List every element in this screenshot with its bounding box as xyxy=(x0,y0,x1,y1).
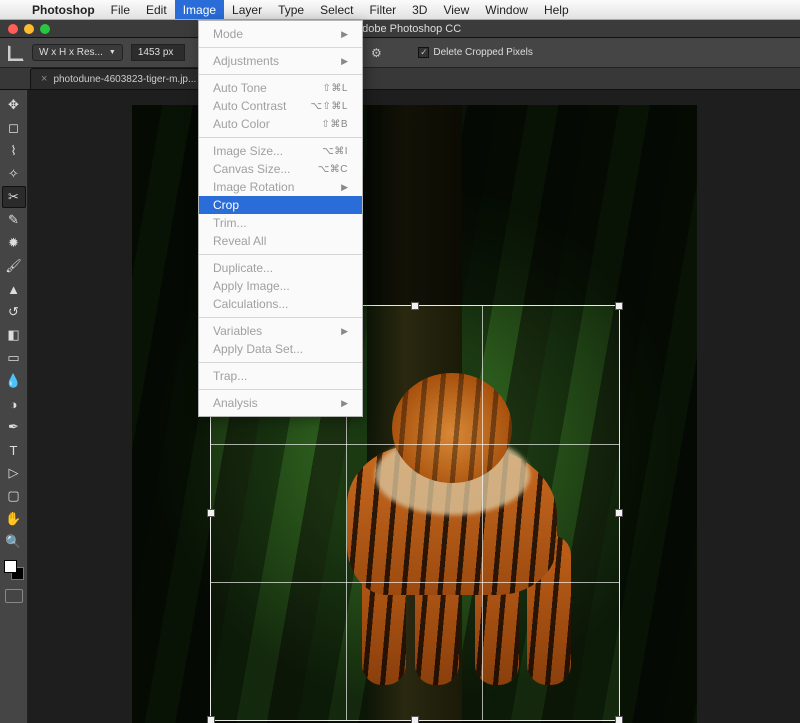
checkbox-icon: ✓ xyxy=(418,47,429,58)
menu-item-canvas-size: Canvas Size...⌥⌘C xyxy=(199,160,362,178)
menu-layer[interactable]: Layer xyxy=(224,0,270,19)
crop-width-input[interactable] xyxy=(131,44,185,61)
menu-separator xyxy=(199,47,362,48)
menu-item-mode: Mode▶ xyxy=(199,25,362,43)
crop-handle-n[interactable] xyxy=(411,302,419,310)
menu-item-auto-tone: Auto Tone⇧⌘L xyxy=(199,79,362,97)
menu-item-apply-data-set: Apply Data Set... xyxy=(199,340,362,358)
menu-separator xyxy=(199,389,362,390)
window-titlebar: Adobe Photoshop CC xyxy=(0,20,800,38)
macos-menubar: Photoshop FileEditImageLayerTypeSelectFi… xyxy=(0,0,800,20)
crop-preset-dropdown[interactable]: W x H x Res... ▼ xyxy=(32,44,123,61)
menu-item-duplicate: Duplicate... xyxy=(199,259,362,277)
crop-handle-se[interactable] xyxy=(615,716,623,723)
minimize-window-button[interactable] xyxy=(24,24,34,34)
menu-item-calculations: Calculations... xyxy=(199,295,362,313)
menu-edit[interactable]: Edit xyxy=(138,0,175,19)
magic-wand-tool[interactable]: ✧ xyxy=(2,163,26,185)
menu-item-image-size: Image Size...⌥⌘I xyxy=(199,142,362,160)
zoom-tool[interactable]: 🔍 xyxy=(2,531,26,553)
spot-heal-tool[interactable]: ✹ xyxy=(2,232,26,254)
menu-item-apply-image: Apply Image... xyxy=(199,277,362,295)
menu-select[interactable]: Select xyxy=(312,0,361,19)
crop-tool[interactable]: ✂ xyxy=(2,186,26,208)
menu-item-reveal-all: Reveal All xyxy=(199,232,362,250)
quick-mask-toggle[interactable] xyxy=(5,589,23,603)
image-menu-dropdown[interactable]: Mode▶ Adjustments▶ Auto Tone⇧⌘LAuto Contra… xyxy=(198,20,363,417)
app-menu[interactable]: Photoshop xyxy=(24,0,103,19)
chevron-right-icon: ▶ xyxy=(341,326,348,337)
menu-separator xyxy=(199,317,362,318)
clone-stamp-tool[interactable]: ▲ xyxy=(2,278,26,300)
document-tab-label: photodune-4603823-tiger-m.jp... xyxy=(53,74,196,85)
hand-tool[interactable]: ✋ xyxy=(2,508,26,530)
menu-file[interactable]: File xyxy=(103,0,138,19)
gear-icon[interactable]: ⚙ xyxy=(368,45,384,61)
crop-tool-icon xyxy=(8,45,24,61)
zoom-window-button[interactable] xyxy=(40,24,50,34)
document-tabbar: × photodune-4603823-tiger-m.jp... xyxy=(0,68,800,90)
crop-handle-s[interactable] xyxy=(411,716,419,723)
chevron-down-icon: ▼ xyxy=(109,49,116,56)
menu-item-variables: Variables▶ xyxy=(199,322,362,340)
menu-item-auto-color: Auto Color⇧⌘B xyxy=(199,115,362,133)
menu-item-trap: Trap... xyxy=(199,367,362,385)
menu-image[interactable]: Image xyxy=(175,0,224,19)
crop-handle-w[interactable] xyxy=(207,509,215,517)
canvas-viewport[interactable] xyxy=(28,90,800,723)
close-tab-icon[interactable]: × xyxy=(41,73,47,85)
crop-handle-ne[interactable] xyxy=(615,302,623,310)
path-select-tool[interactable]: ▷ xyxy=(2,462,26,484)
crop-preset-label: W x H x Res... xyxy=(39,47,103,58)
history-brush-tool[interactable]: ↺ xyxy=(2,301,26,323)
menu-separator xyxy=(199,74,362,75)
eraser-tool[interactable]: ◧ xyxy=(2,324,26,346)
crop-handle-sw[interactable] xyxy=(207,716,215,723)
color-swatches[interactable] xyxy=(4,560,24,580)
workspace: ✥ ◻ ⌇ ✧ ✂ ✎ ✹ 🖌 ▲ ↺ ◧ ▭ 💧 ◑ ✒ T ▷ ▢ ✋ 🔍 xyxy=(0,90,800,723)
blur-tool[interactable]: 💧 xyxy=(2,370,26,392)
menu-item-image-rotation: Image Rotation▶ xyxy=(199,178,362,196)
delete-cropped-label: Delete Cropped Pixels xyxy=(433,47,533,58)
tools-panel: ✥ ◻ ⌇ ✧ ✂ ✎ ✹ 🖌 ▲ ↺ ◧ ▭ 💧 ◑ ✒ T ▷ ▢ ✋ 🔍 xyxy=(0,90,28,723)
pen-tool[interactable]: ✒ xyxy=(2,416,26,438)
menu-item-adjustments: Adjustments▶ xyxy=(199,52,362,70)
menu-separator xyxy=(199,137,362,138)
type-tool[interactable]: T xyxy=(2,439,26,461)
move-tool[interactable]: ✥ xyxy=(2,94,26,116)
menu-item-crop[interactable]: Crop xyxy=(199,196,362,214)
menu-item-trim: Trim... xyxy=(199,214,362,232)
chevron-right-icon: ▶ xyxy=(341,29,348,40)
shape-tool[interactable]: ▢ xyxy=(2,485,26,507)
lasso-tool[interactable]: ⌇ xyxy=(2,140,26,162)
menu-separator xyxy=(199,362,362,363)
menu-help[interactable]: Help xyxy=(536,0,577,19)
menu-item-analysis: Analysis▶ xyxy=(199,394,362,412)
marquee-tool[interactable]: ◻ xyxy=(2,117,26,139)
gradient-tool[interactable]: ▭ xyxy=(2,347,26,369)
crop-shade xyxy=(620,305,697,721)
chevron-right-icon: ▶ xyxy=(341,398,348,409)
eyedropper-tool[interactable]: ✎ xyxy=(2,209,26,231)
window-title: Adobe Photoshop CC xyxy=(56,23,760,35)
menu-item-auto-contrast: Auto Contrast⌥⇧⌘L xyxy=(199,97,362,115)
menu-3d[interactable]: 3D xyxy=(404,0,435,19)
crop-handle-e[interactable] xyxy=(615,509,623,517)
menu-separator xyxy=(199,254,362,255)
delete-cropped-checkbox[interactable]: ✓ Delete Cropped Pixels xyxy=(418,47,533,58)
menu-window[interactable]: Window xyxy=(477,0,536,19)
document-tab[interactable]: × photodune-4603823-tiger-m.jp... xyxy=(30,68,207,89)
menu-view[interactable]: View xyxy=(435,0,477,19)
menu-filter[interactable]: Filter xyxy=(361,0,404,19)
brush-tool[interactable]: 🖌 xyxy=(2,255,26,277)
dodge-tool[interactable]: ◑ xyxy=(2,393,26,415)
options-bar: W x H x Res... ▼ Clear ▦ 📐 Straighten ⚙ … xyxy=(0,38,800,68)
close-window-button[interactable] xyxy=(8,24,18,34)
chevron-right-icon: ▶ xyxy=(341,182,348,193)
menu-type[interactable]: Type xyxy=(270,0,312,19)
chevron-right-icon: ▶ xyxy=(341,56,348,67)
